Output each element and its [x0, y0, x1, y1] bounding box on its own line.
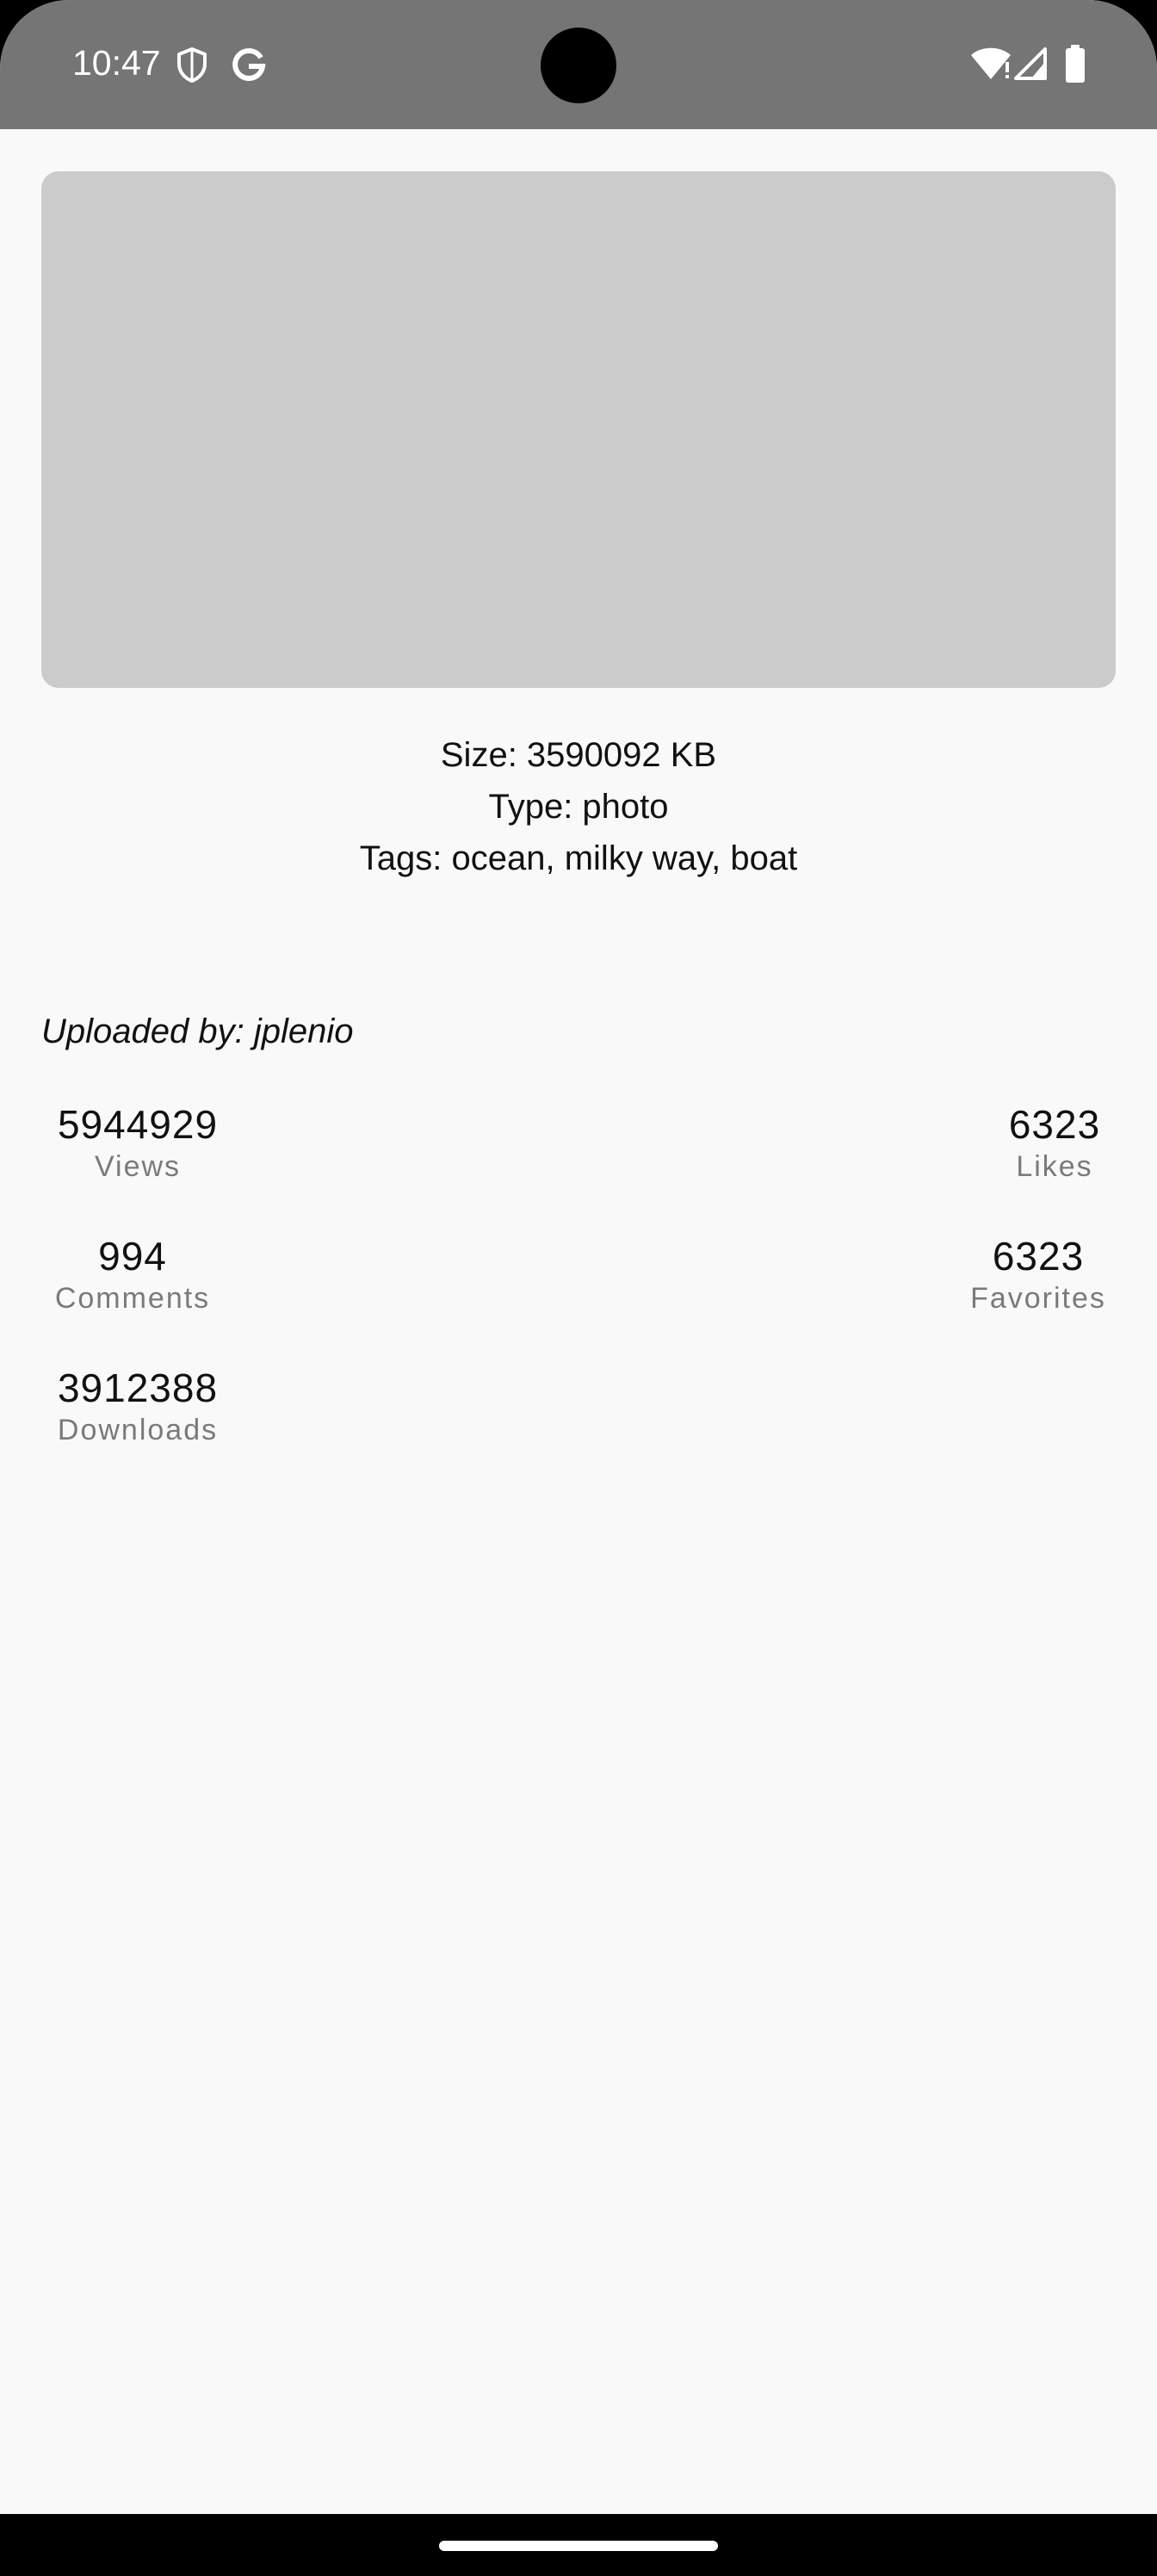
status-bar: 10:47 — [0, 0, 1157, 129]
wifi-icon — [971, 47, 1011, 79]
downloads-count: 3912388 — [57, 1365, 219, 1410]
stat-downloads: 3912388 Downloads — [50, 1364, 226, 1448]
favorites-label: Favorites — [970, 1282, 1106, 1315]
signal-icon — [1014, 47, 1047, 80]
views-label: Views — [94, 1150, 182, 1183]
google-icon — [232, 47, 266, 81]
likes-label: Likes — [1016, 1150, 1093, 1183]
stat-favorites: 6323 Favorites — [964, 1232, 1112, 1316]
likes-count: 6323 — [1008, 1102, 1101, 1147]
size-text: Size: 3590092 KB — [440, 736, 717, 774]
downloads-label: Downloads — [57, 1414, 219, 1446]
tags-text: Tags: ocean, milky way, boat — [359, 839, 798, 877]
battery-icon — [1066, 45, 1085, 83]
shield-icon — [177, 47, 207, 83]
type-text: Type: photo — [488, 788, 669, 826]
uploader-text: Uploaded by: jplenio — [41, 1012, 354, 1050]
image-placeholder — [41, 171, 1116, 688]
views-count: 5944929 — [57, 1102, 219, 1147]
status-time: 10:47 — [72, 43, 161, 83]
favorites-count: 6323 — [992, 1234, 1085, 1279]
stat-comments: 994 Comments — [46, 1232, 219, 1316]
comments-label: Comments — [54, 1282, 211, 1315]
stat-likes: 6323 Likes — [997, 1100, 1112, 1185]
app-screen: 10:47 Size: 3590092 KB Type: photo Tags:… — [0, 0, 1157, 2514]
home-indicator[interactable] — [439, 2541, 718, 2551]
stat-views: 5944929 Views — [50, 1100, 226, 1185]
comments-count: 994 — [98, 1234, 167, 1279]
camera-cutout — [541, 28, 616, 103]
